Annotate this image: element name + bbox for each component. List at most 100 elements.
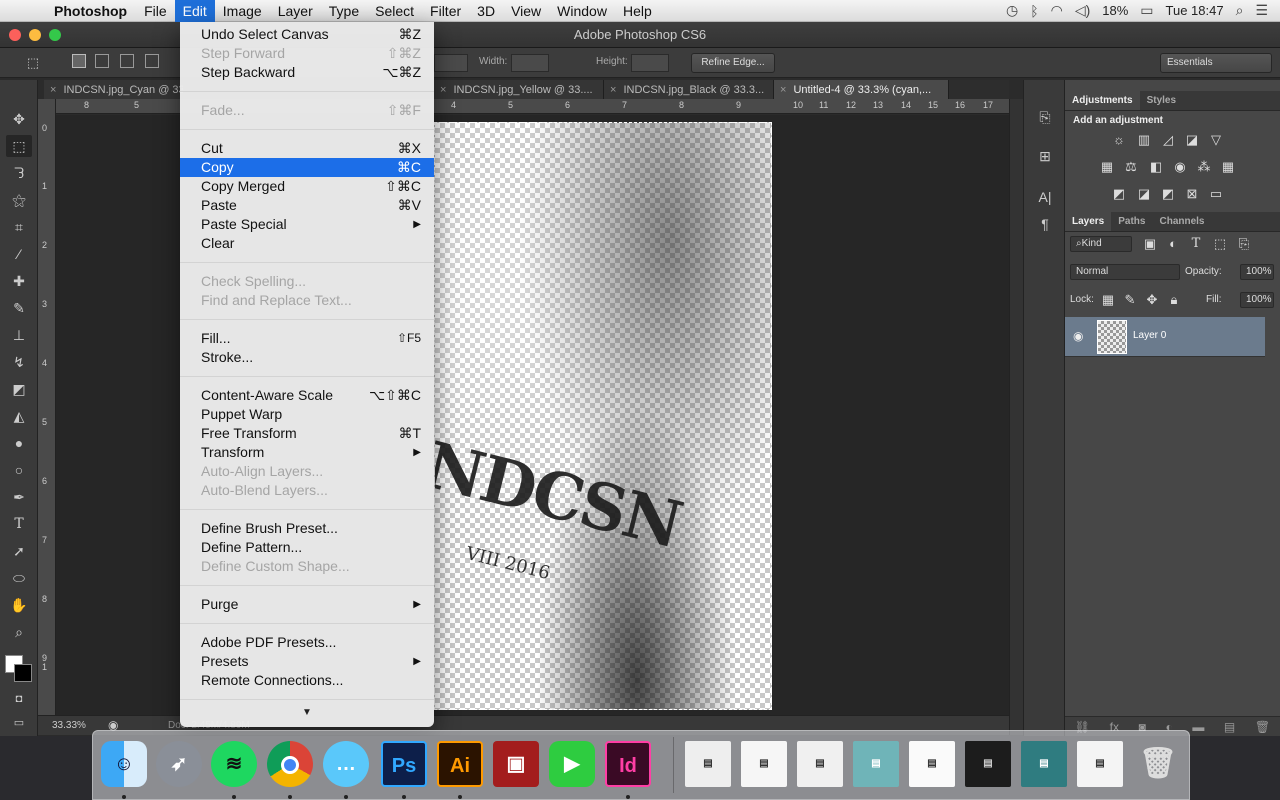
indesign-icon[interactable]: Id [605,741,651,787]
minimized-window-thumbnail[interactable]: ▤ [965,741,1011,787]
zoom-tool-icon[interactable]: ⌕ [6,621,32,643]
vibrance-icon[interactable]: ▽ [1207,132,1225,148]
tab-adjustments[interactable]: Adjustments [1065,91,1140,110]
minimized-window-thumbnail[interactable]: ▤ [853,741,899,787]
posterize-icon[interactable]: ◪ [1135,186,1153,202]
app-menu-photoshop[interactable]: Photoshop [42,3,136,19]
artwork-image[interactable]: NDCSN VIII 2016 [434,122,772,710]
gradient-map-icon[interactable]: ▭ [1207,186,1225,202]
clock[interactable]: Tue 18:47 [1166,3,1224,18]
quick-mask-icon[interactable]: ◘ [6,688,32,710]
path-selection-tool-icon[interactable]: ➚ [6,540,32,562]
filter-adjustment-icon[interactable]: ◐ [1164,236,1182,252]
spotify-icon[interactable]: ≋ [211,741,257,787]
layer-row[interactable]: ◉ Layer 0 [1065,317,1265,357]
menu-image[interactable]: Image [215,0,270,22]
history-brush-tool-icon[interactable]: ↯ [6,351,32,373]
battery-icon[interactable]: ▭ [1140,2,1153,19]
paint-bucket-tool-icon[interactable]: ◭ [6,405,32,427]
time-machine-icon[interactable]: ◷ [1006,2,1018,19]
close-window-button[interactable] [9,29,21,41]
minimize-window-button[interactable] [29,29,41,41]
minimized-window-thumbnail[interactable]: ▤ [797,741,843,787]
tab-styles[interactable]: Styles [1140,91,1183,110]
selective-color-icon[interactable]: ⊠ [1183,186,1201,202]
bluetooth-icon[interactable]: ᛒ [1030,3,1038,19]
wifi-icon[interactable]: ◠ [1051,2,1063,19]
brightness-contrast-icon[interactable]: ☼ [1110,132,1128,148]
minimized-window-thumbnail[interactable]: ▤ [1021,741,1067,787]
menu-file[interactable]: File [136,0,175,22]
intersect-selection-icon[interactable] [145,54,159,68]
background-color-swatch[interactable] [14,664,32,682]
menu-item-copy[interactable]: Copy ⌘C [180,158,434,177]
blur-tool-icon[interactable]: ● [6,432,32,454]
opacity-input[interactable]: 100% [1240,264,1274,280]
marquee-preset-icon[interactable]: ⬚ [20,52,46,74]
menu-item-presets[interactable]: Presets ▶ [180,652,434,671]
close-tab-icon[interactable]: × [610,84,616,96]
healing-brush-tool-icon[interactable]: ✚ [6,270,32,292]
menu-item-fill[interactable]: Fill... ⇧F5 [180,329,434,348]
tab-paths[interactable]: Paths [1111,212,1152,231]
crop-tool-icon[interactable]: ⌗ [6,216,32,238]
dodge-tool-icon[interactable]: ○ [6,459,32,481]
clone-stamp-tool-icon[interactable]: ⊥ [6,324,32,346]
refine-edge-button[interactable]: Refine Edge... [691,53,775,73]
tab-channels[interactable]: Channels [1152,212,1211,231]
zoom-window-button[interactable] [49,29,61,41]
paragraph-panel-icon[interactable]: ¶ [1035,214,1055,234]
channel-mixer-icon[interactable]: ⁂ [1195,159,1213,175]
properties-panel-icon[interactable]: ⊞ [1035,146,1055,166]
blend-mode-select[interactable]: Normal [1070,264,1180,280]
menu-filter[interactable]: Filter [422,0,469,22]
filter-shape-icon[interactable]: ⬚ [1211,236,1229,252]
menu-item-pdf-presets[interactable]: Adobe PDF Presets... [180,633,434,652]
spotlight-search-icon[interactable]: ⌕ [1236,2,1244,19]
photo-booth-icon[interactable]: ▣ [493,741,539,787]
facetime-icon[interactable]: ▶ [549,741,595,787]
notification-center-icon[interactable]: ☰ [1255,2,1268,19]
menu-item-paste[interactable]: Paste ⌘V [180,196,434,215]
magic-wand-tool-icon[interactable]: ⚝ [6,189,32,211]
eyedropper-tool-icon[interactable]: ⁄ [6,243,32,265]
layer-thumbnail[interactable] [1097,320,1127,354]
photo-filter-icon[interactable]: ◉ [1171,159,1189,175]
height-input[interactable] [631,54,669,72]
menu-select[interactable]: Select [367,0,422,22]
close-tab-icon[interactable]: × [50,84,56,96]
illustrator-icon[interactable]: Ai [437,741,483,787]
style-dropdown[interactable] [434,54,468,72]
black-white-icon[interactable]: ◧ [1147,159,1165,175]
menu-item-step-backward[interactable]: Step Backward ⌥⌘Z [180,63,434,82]
lock-all-icon[interactable]: 🔒︎ [1165,292,1183,308]
minimized-window-thumbnail[interactable]: ▤ [741,741,787,787]
finder-icon[interactable]: ☺ [101,741,147,787]
menu-item-content-aware-scale[interactable]: Content-Aware Scale ⌥⇧⌘C [180,386,434,405]
hand-tool-icon[interactable]: ✋ [6,594,32,616]
new-layer-icon[interactable]: ▤ [1224,717,1235,736]
menu-item-copy-merged[interactable]: Copy Merged ⇧⌘C [180,177,434,196]
filter-smart-object-icon[interactable]: ⎘ [1235,236,1253,252]
tab-indcsn-black[interactable]: × INDCSN.jpg_Black @ 33.3... [604,80,774,100]
curves-icon[interactable]: ◿ [1159,132,1177,148]
width-input[interactable] [511,54,549,72]
filter-pixel-icon[interactable]: ▣ [1141,236,1159,252]
photoshop-icon[interactable]: Ps [381,741,427,787]
subtract-from-selection-icon[interactable] [120,54,134,68]
tab-layers[interactable]: Layers [1065,212,1112,231]
lock-position-icon[interactable]: ✥ [1143,292,1161,308]
menu-window[interactable]: Window [549,0,615,22]
tab-indcsn-cyan[interactable]: × INDCSN.jpg_Cyan @ 33... [44,80,184,100]
menu-item-define-brush[interactable]: Define Brush Preset... [180,519,434,538]
pen-tool-icon[interactable]: ✒ [6,486,32,508]
menu-edit[interactable]: Edit [174,0,215,22]
menu-type[interactable]: Type [321,0,367,22]
menu-item-purge[interactable]: Purge ▶ [180,595,434,614]
add-to-selection-icon[interactable] [95,54,109,68]
layer-filter-kind[interactable]: ⌕Kind [1070,236,1132,252]
menu-layer[interactable]: Layer [270,0,321,22]
canvas-vertical-scrollbar[interactable] [1009,99,1023,735]
layer-name[interactable]: Layer 0 [1133,330,1166,341]
launchpad-icon[interactable]: ➶ [156,741,202,787]
